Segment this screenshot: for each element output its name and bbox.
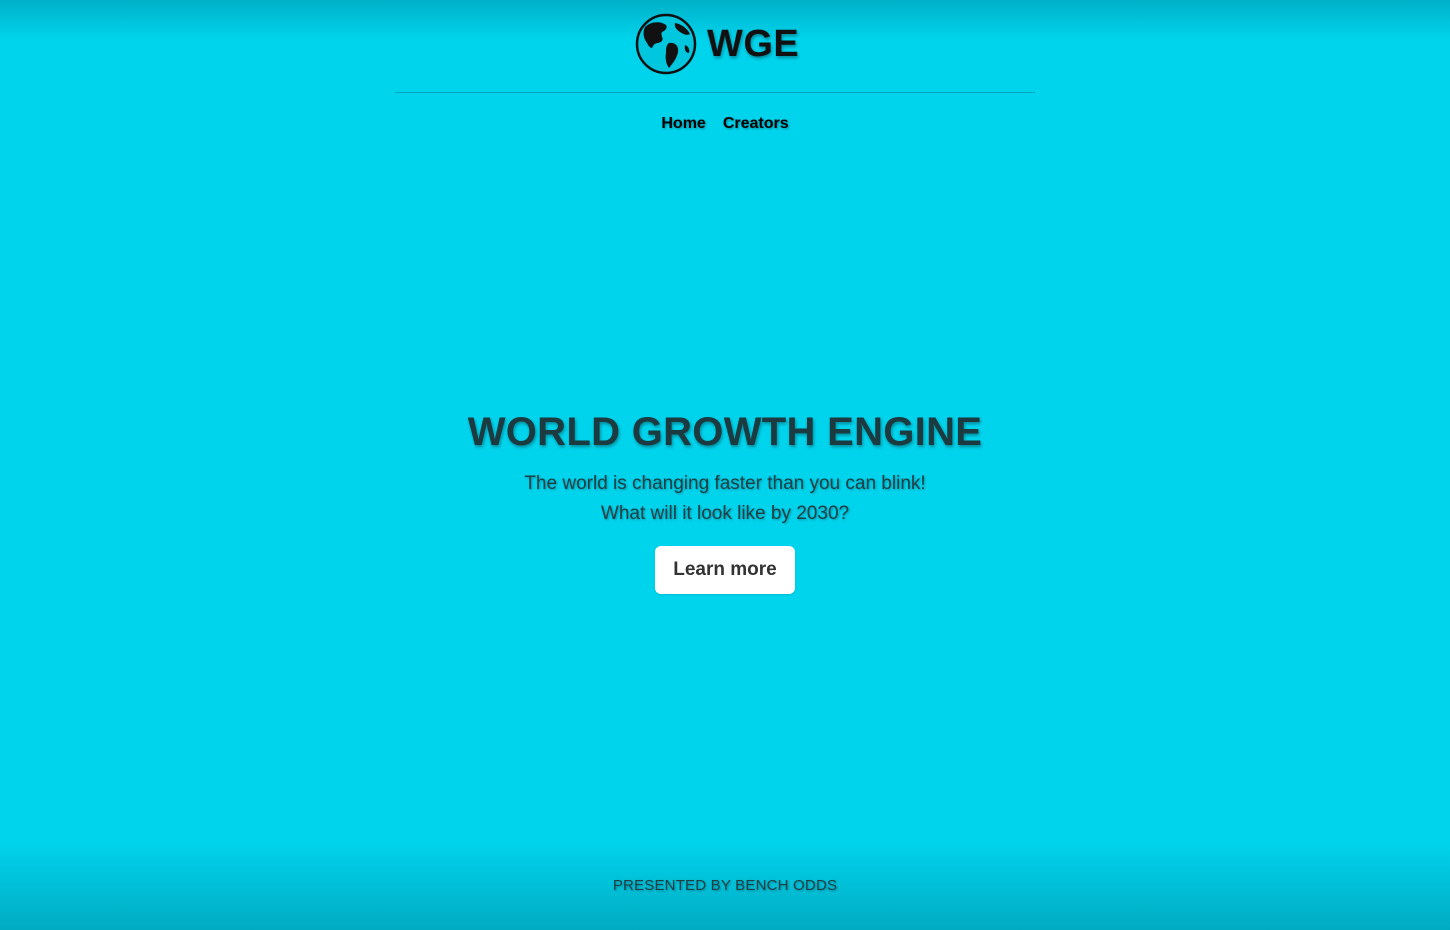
brand-logo-link[interactable]: WGE [635, 13, 799, 75]
nav-item-home[interactable]: Home [661, 115, 705, 133]
brand-text: WGE [707, 22, 800, 65]
site-footer: PRESENTED BY BENCH ODDS [0, 877, 1450, 894]
main-nav: Home Creators [0, 115, 1450, 133]
globe-icon [635, 13, 697, 75]
nav-item-creators[interactable]: Creators [723, 115, 789, 133]
footer-credit: PRESENTED BY BENCH ODDS [612, 877, 838, 894]
header-divider [395, 92, 1035, 93]
hero-section: WORLD GROWTH ENGINE The world is changin… [0, 410, 1450, 594]
hero-tagline-line-1: The world is changing faster than you ca… [524, 473, 926, 494]
hero-title: WORLD GROWTH ENGINE [467, 410, 983, 454]
hero-tagline-line-2: What will it look like by 2030? [600, 503, 850, 524]
hero-tagline: The world is changing faster than you ca… [0, 469, 1450, 529]
learn-more-button[interactable]: Learn more [655, 546, 795, 594]
